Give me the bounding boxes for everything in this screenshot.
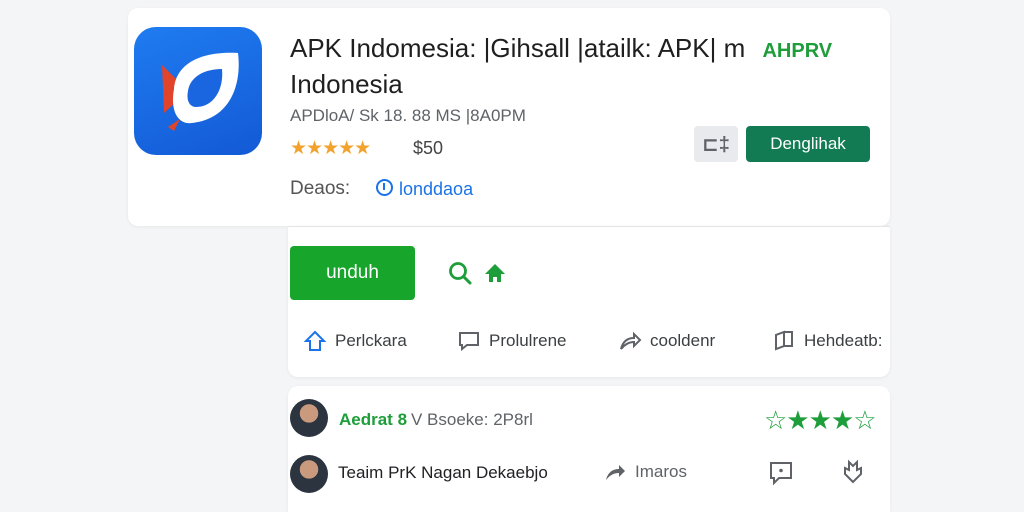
verified-badge: AHPRV [762, 40, 833, 62]
developer-label: Deaos: [290, 178, 351, 199]
rating-stars: ★★★★★ [290, 138, 371, 159]
action-label: Prolulrene [489, 331, 567, 350]
review-action-label: Imaros [635, 462, 687, 481]
home-outline-icon [303, 330, 327, 351]
app-title: APK Indomesia: |Gihsall |atailk: APK| m … [290, 32, 870, 101]
options-button[interactable]: ⊏‡ [694, 126, 738, 162]
book-icon [775, 330, 793, 351]
share-icon [620, 331, 642, 350]
action-hehdeatb[interactable]: Hehdeatb: [772, 329, 882, 353]
download-button[interactable]: unduh [290, 246, 415, 300]
action-label: Perlckara [335, 331, 407, 350]
flag-icon[interactable] [840, 458, 866, 484]
reviewer-avatar[interactable] [290, 399, 328, 437]
developer-link[interactable]: londdaoa [376, 179, 473, 200]
reviewer-avatar[interactable] [290, 455, 328, 493]
review-action[interactable]: Imaros [603, 460, 687, 484]
action-label: cooldenr [650, 331, 716, 350]
comment-icon[interactable] [768, 460, 794, 486]
app-title-line2: Indonesia [290, 69, 403, 99]
app-logo-icon[interactable] [134, 27, 262, 155]
install-button[interactable]: Denglihak [746, 126, 870, 162]
info-icon [376, 179, 393, 196]
app-meta: APDloA/ Sk 18. 88 MS |8A0PM [290, 106, 526, 125]
reviewer-name: Aedrat 8 [339, 410, 408, 429]
app-price: $50 [413, 138, 444, 158]
home-icon[interactable] [484, 263, 506, 283]
share-icon [606, 465, 625, 480]
action-perlckara[interactable]: Perlckara [303, 329, 407, 353]
search-icon[interactable] [447, 260, 473, 286]
chat-icon [459, 332, 479, 352]
reviewer-name: Teaim PrK Nagan Dekaebjo [338, 463, 548, 482]
action-prolulrene[interactable]: Prolulrene [457, 329, 567, 353]
action-cooldenr[interactable]: cooldenr [618, 329, 715, 353]
developer-link-text: londdaoa [399, 179, 474, 199]
review-meta: V Bsoeke: 2P8rl [411, 410, 533, 429]
review-stars: ☆★★★☆ [764, 405, 877, 435]
action-label: Hehdeatb: [804, 331, 883, 350]
app-title-line1: APK Indomesia: |Gihsall |atailk: APK| m [290, 33, 746, 63]
